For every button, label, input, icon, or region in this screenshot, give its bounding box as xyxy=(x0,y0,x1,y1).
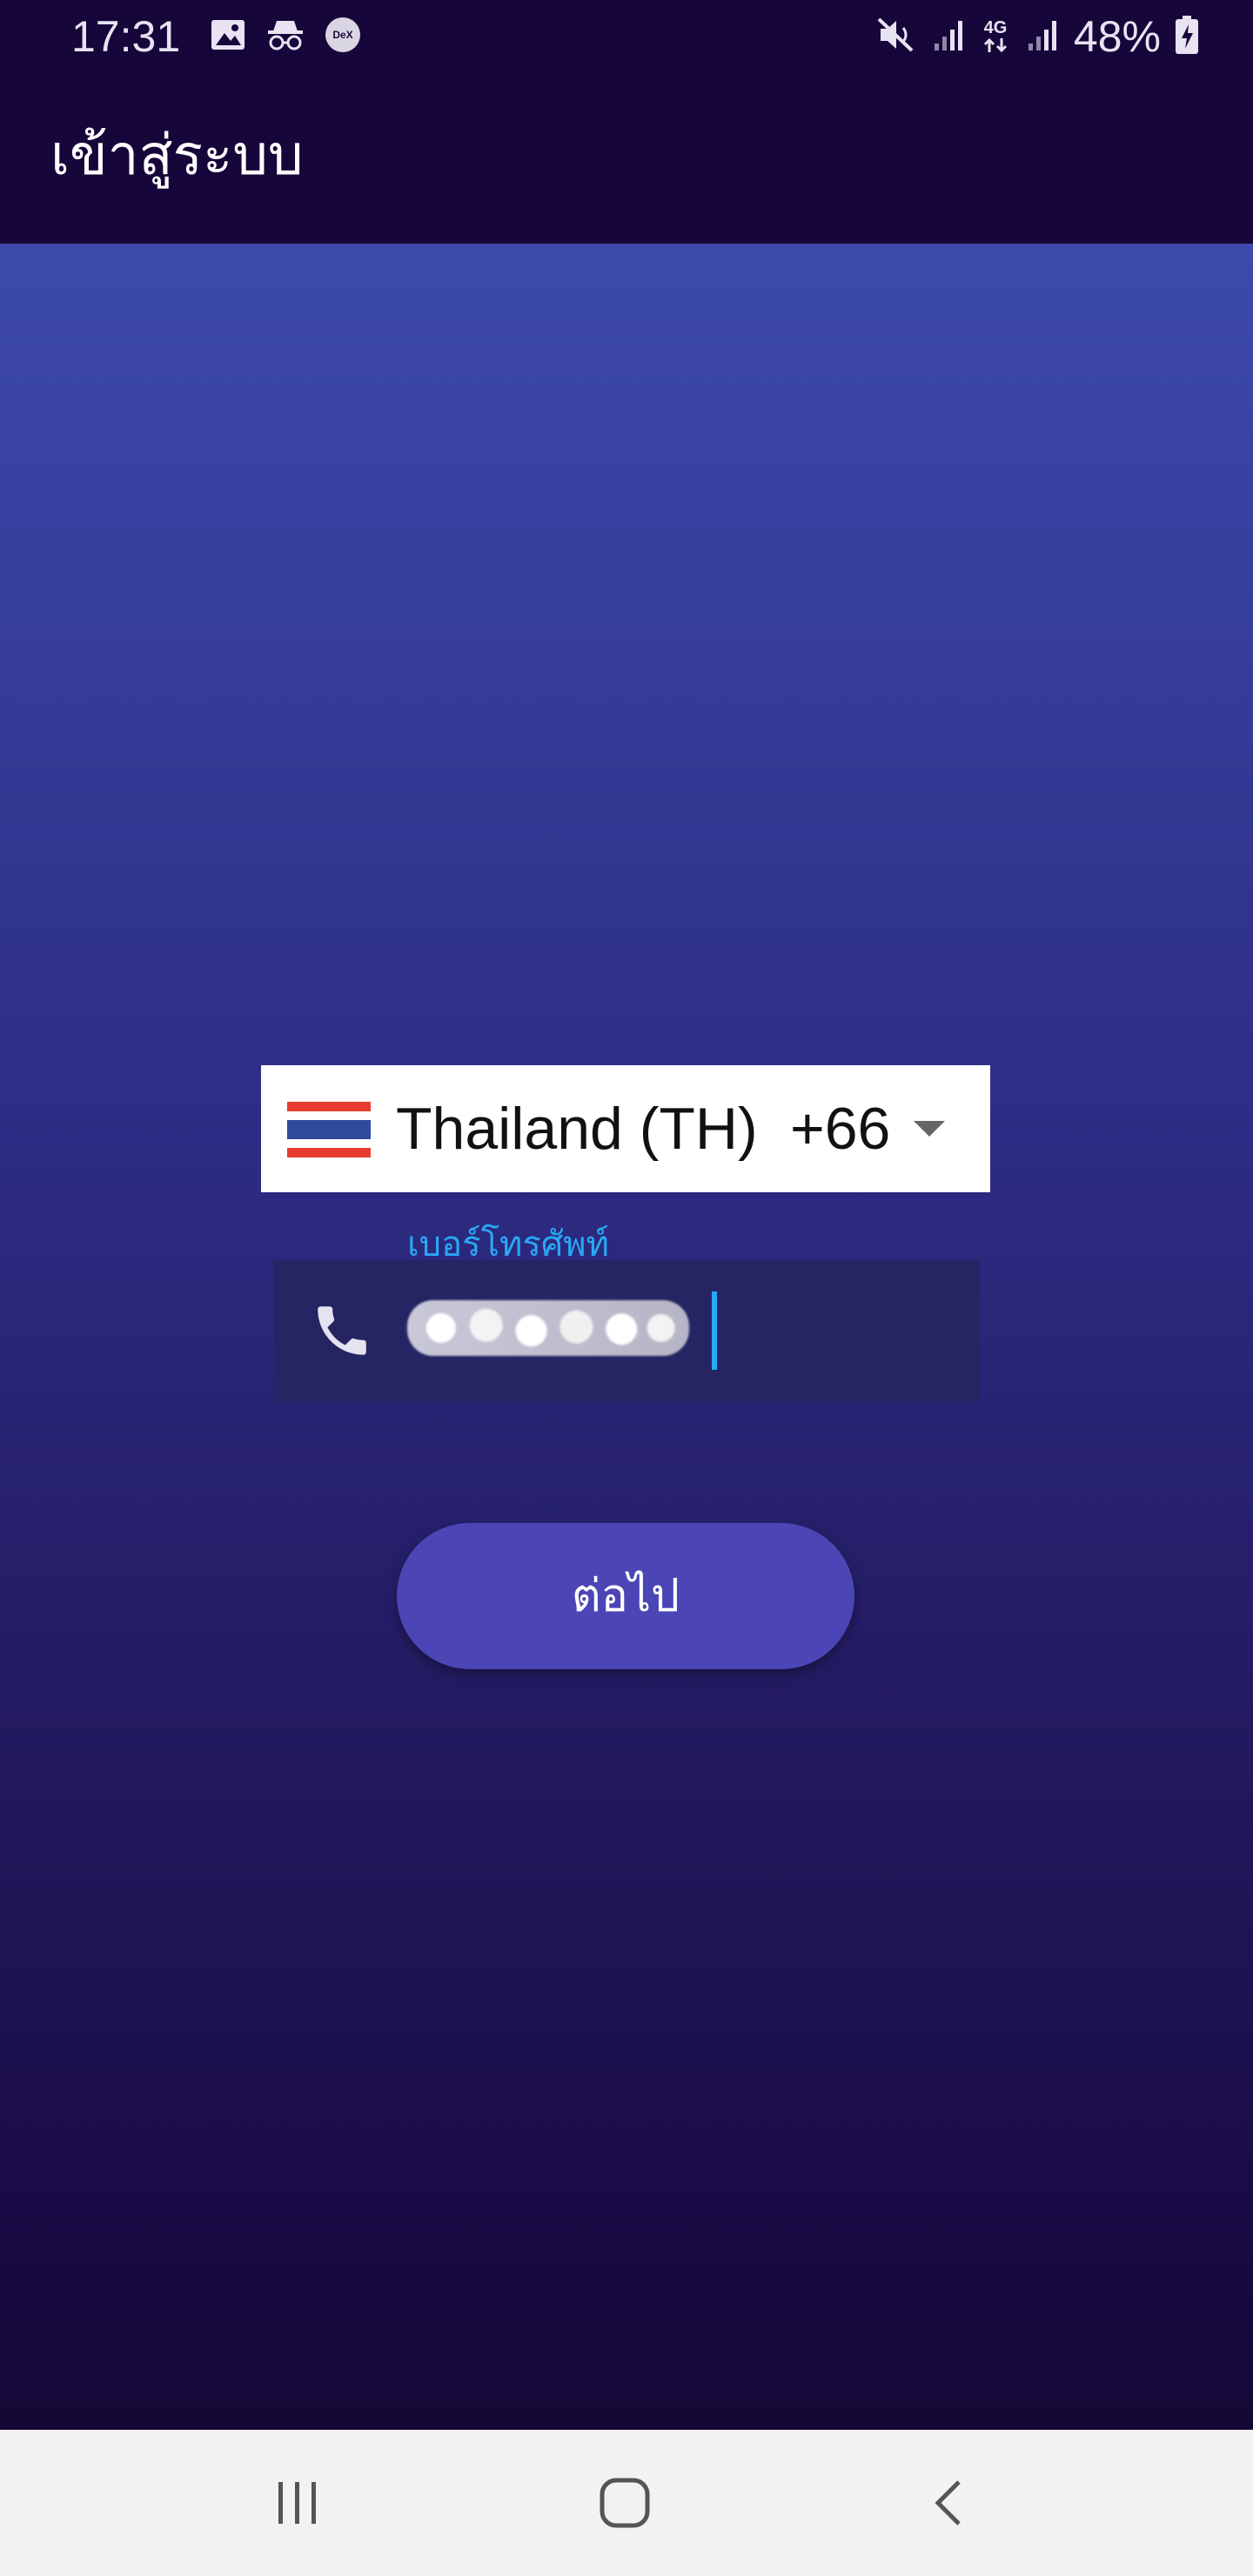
back-icon[interactable] xyxy=(914,2468,983,2538)
text-cursor xyxy=(712,1291,717,1370)
status-left-icons: DeX xyxy=(209,16,362,54)
next-button[interactable]: ต่อไป xyxy=(397,1523,854,1669)
battery-percent: 48% xyxy=(1073,12,1161,61)
signal-icon xyxy=(1025,17,1060,57)
home-icon[interactable] xyxy=(590,2468,660,2538)
battery-charging-icon xyxy=(1175,15,1199,58)
network-type-icon: 4G xyxy=(980,19,1011,54)
system-nav-bar xyxy=(0,2430,1253,2576)
image-icon xyxy=(209,16,247,54)
country-picker[interactable]: Thailand (TH) +66 xyxy=(261,1065,990,1192)
mute-icon xyxy=(877,16,917,58)
dex-badge: DeX xyxy=(325,17,360,52)
page-title: เข้าสู่ระบบ xyxy=(50,124,304,188)
phone-input[interactable] xyxy=(407,1300,689,1356)
signal-icon xyxy=(931,17,966,57)
thailand-flag-icon xyxy=(287,1102,371,1157)
recent-apps-icon[interactable] xyxy=(263,2468,332,2538)
network-label: 4G xyxy=(983,18,1008,37)
phone-icon xyxy=(310,1298,374,1363)
dex-icon: DeX xyxy=(324,16,362,54)
phone-field[interactable] xyxy=(273,1260,980,1401)
country-name: Thailand (TH) xyxy=(396,1096,758,1162)
status-bar: 17:31 DeX 4G 48% xyxy=(0,0,1253,73)
status-time: 17:31 xyxy=(71,12,181,61)
status-right-icons: 4G 48% xyxy=(877,10,1199,63)
dial-code: +66 xyxy=(790,1096,891,1162)
caret-down-icon[interactable] xyxy=(914,1121,945,1137)
app-bar: เข้าสู่ระบบ xyxy=(0,73,1253,244)
incognito-icon xyxy=(266,16,305,54)
